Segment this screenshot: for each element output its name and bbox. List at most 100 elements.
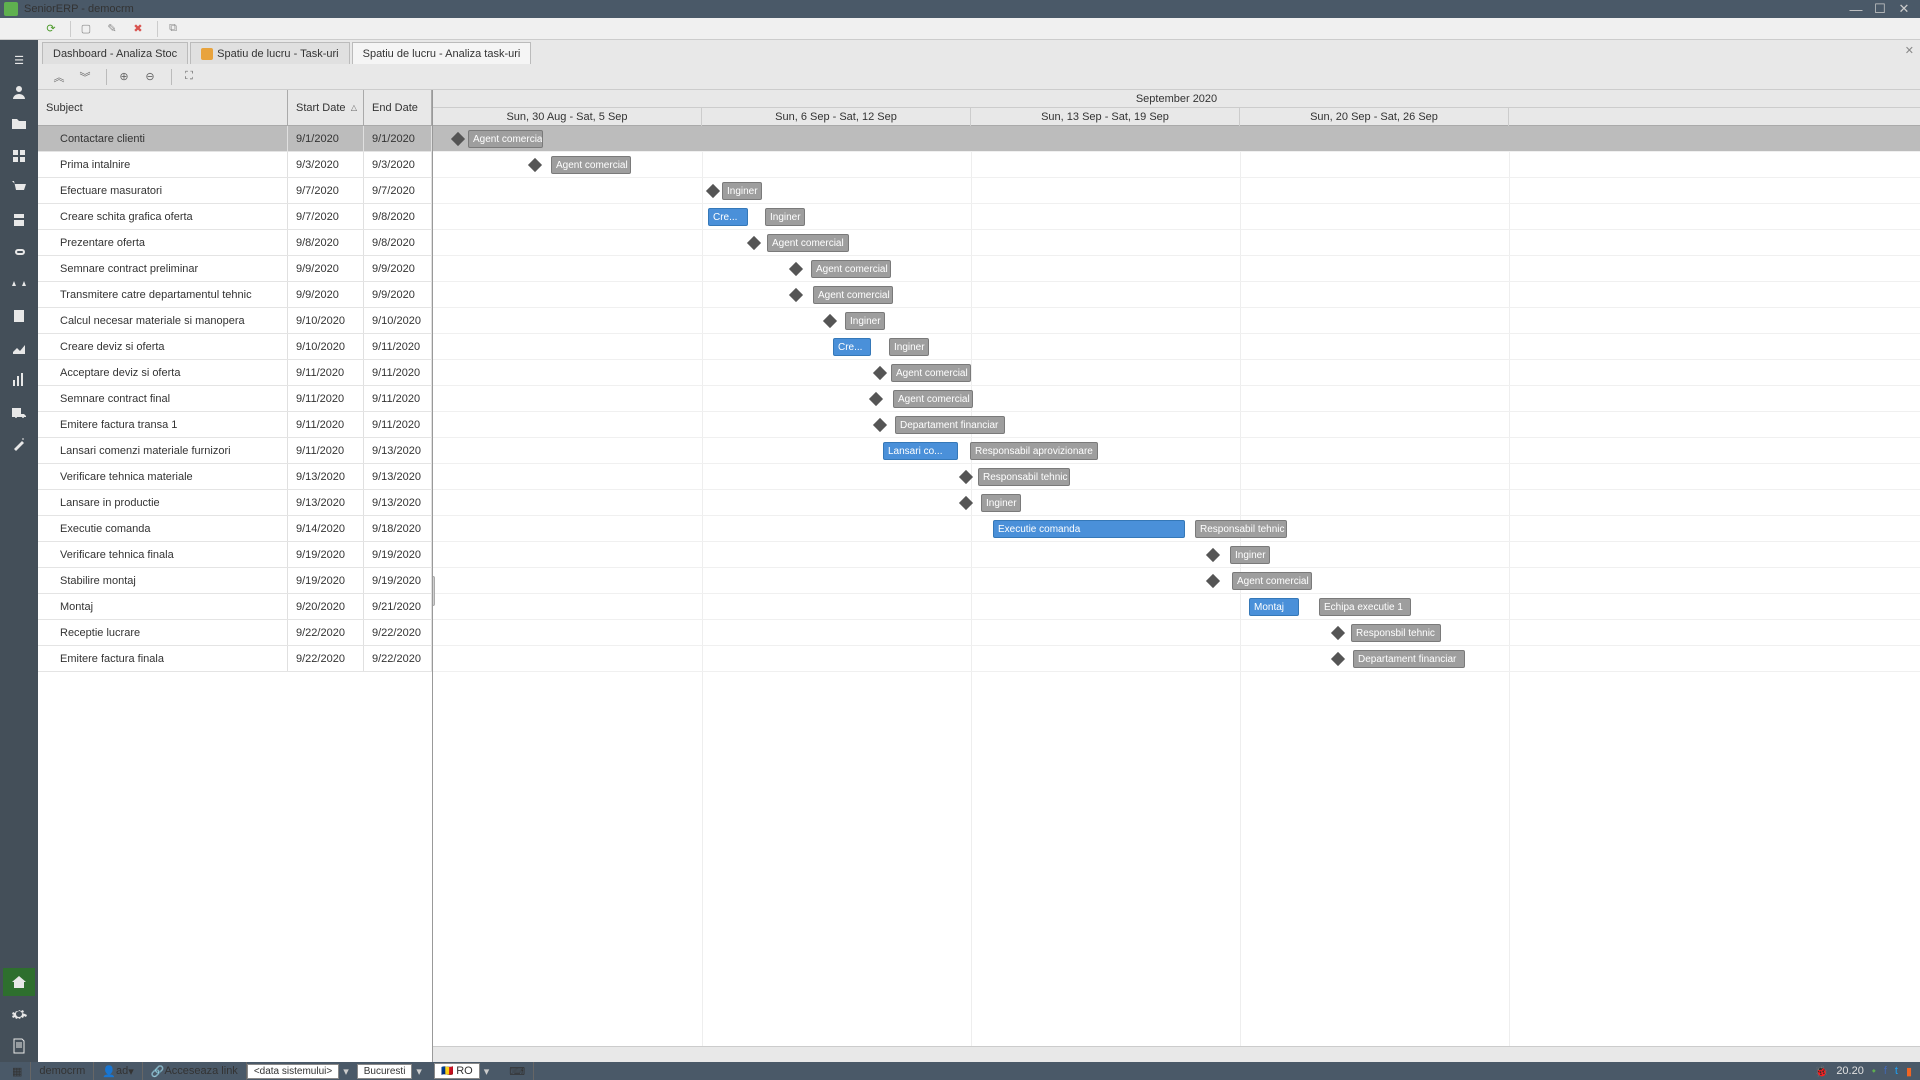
status-date[interactable]: <data sistemului> (247, 1064, 339, 1079)
resource-label[interactable]: Agent comercial (468, 130, 543, 148)
resource-label[interactable]: Inginer (981, 494, 1021, 512)
tab-2[interactable]: Spatiu de lucru - Analiza task-uri (352, 42, 532, 64)
table-row[interactable]: Contactare clienti9/1/20209/1/2020 (38, 126, 432, 152)
milestone-diamond[interactable] (869, 392, 883, 406)
tab-1[interactable]: Spatiu de lucru - Task-uri (190, 42, 349, 64)
status-bug-icon[interactable]: 🐞 (1811, 1065, 1833, 1078)
status-grid-icon[interactable]: ▦ (4, 1062, 31, 1080)
table-row[interactable]: Calcul necesar materiale si manopera9/10… (38, 308, 432, 334)
facebook-icon[interactable]: f (1880, 1065, 1891, 1077)
expand-down-icon[interactable]: ︾ (74, 67, 96, 87)
zoom-in-icon[interactable]: ⊕ (113, 67, 135, 87)
milestone-diamond[interactable] (1331, 626, 1345, 640)
table-row[interactable]: Verificare tehnica finala9/19/20209/19/2… (38, 542, 432, 568)
table-row[interactable]: Creare deviz si oferta9/10/20209/11/2020 (38, 334, 432, 360)
status-user[interactable]: 👤 ad ▾ (94, 1062, 142, 1080)
table-row[interactable]: Semnare contract preliminar9/9/20209/9/2… (38, 256, 432, 282)
task-bar[interactable]: Cre... (833, 338, 871, 356)
scale-icon[interactable] (3, 270, 35, 298)
bars-icon[interactable] (3, 366, 35, 394)
resource-label[interactable]: Echipa executie 1 (1319, 598, 1411, 616)
resource-label[interactable]: Inginer (765, 208, 805, 226)
task-bar[interactable]: Montaj (1249, 598, 1299, 616)
table-row[interactable]: Emitere factura finala9/22/20209/22/2020 (38, 646, 432, 672)
milestone-diamond[interactable] (959, 470, 973, 484)
export-icon[interactable] (3, 206, 35, 234)
table-row[interactable]: Prezentare oferta9/8/20209/8/2020 (38, 230, 432, 256)
col-subject[interactable]: Subject (38, 90, 288, 125)
milestone-diamond[interactable] (873, 366, 887, 380)
status-link[interactable]: 🔗 Acceseaza link (143, 1062, 247, 1080)
truck-icon[interactable] (3, 398, 35, 426)
milestone-diamond[interactable] (789, 288, 803, 302)
resource-label[interactable]: Departament financiar (1353, 650, 1465, 668)
share-icon[interactable]: ⬩ (1868, 1065, 1880, 1078)
milestone-diamond[interactable] (747, 236, 761, 250)
resource-label[interactable]: Responsabil tehnic (1195, 520, 1287, 538)
module-icon[interactable] (3, 142, 35, 170)
table-row[interactable]: Creare schita grafica oferta9/7/20209/8/… (38, 204, 432, 230)
table-row[interactable]: Semnare contract final9/11/20209/11/2020 (38, 386, 432, 412)
home-icon[interactable] (3, 968, 35, 996)
table-row[interactable]: Acceptare deviz si oferta9/11/20209/11/2… (38, 360, 432, 386)
table-row[interactable]: Efectuare masuratori9/7/20209/7/2020 (38, 178, 432, 204)
milestone-diamond[interactable] (789, 262, 803, 276)
milestone-diamond[interactable] (823, 314, 837, 328)
milestone-diamond[interactable] (1206, 548, 1220, 562)
milestone-diamond[interactable] (1206, 574, 1220, 588)
folder-icon[interactable] (3, 110, 35, 138)
table-row[interactable]: Verificare tehnica materiale9/13/20209/1… (38, 464, 432, 490)
col-end-date[interactable]: End Date (364, 90, 432, 125)
chart-icon[interactable] (3, 334, 35, 362)
zoom-out-icon[interactable]: ⊖ (139, 67, 161, 87)
status-db[interactable]: democrm (31, 1062, 94, 1080)
cart-icon[interactable] (3, 174, 35, 202)
minimize-button[interactable]: — (1844, 2, 1868, 17)
resource-label[interactable]: Inginer (889, 338, 929, 356)
menu-icon[interactable]: ☰ (3, 46, 35, 74)
task-bar[interactable]: Executie comanda (993, 520, 1185, 538)
resource-label[interactable]: Inginer (722, 182, 762, 200)
link-icon[interactable]: ⧉ (162, 20, 184, 38)
table-row[interactable]: Stabilire montaj9/19/20209/19/2020 (38, 568, 432, 594)
wand-icon[interactable] (3, 430, 35, 458)
resource-label[interactable]: Responsbil tehnic (1351, 624, 1441, 642)
table-row[interactable]: Transmitere catre departamentul tehnic9/… (38, 282, 432, 308)
status-location[interactable]: Bucuresti (357, 1064, 413, 1079)
table-row[interactable]: Emitere factura transa 19/11/20209/11/20… (38, 412, 432, 438)
h-scrollbar[interactable] (433, 1046, 1920, 1062)
milestone-diamond[interactable] (451, 132, 465, 146)
resource-label[interactable]: Agent comercial (813, 286, 893, 304)
resource-label[interactable]: Inginer (1230, 546, 1270, 564)
status-lang[interactable]: 🇷🇴 RO (434, 1063, 480, 1079)
report-icon[interactable] (3, 1032, 35, 1060)
tab-close-icon[interactable]: ✕ (1905, 44, 1914, 57)
splitter-handle[interactable] (433, 576, 435, 606)
table-row[interactable]: Executie comanda9/14/20209/18/2020 (38, 516, 432, 542)
milestone-diamond[interactable] (873, 418, 887, 432)
table-row[interactable]: Receptie lucrare9/22/20209/22/2020 (38, 620, 432, 646)
collapse-up-icon[interactable]: ︽ (48, 67, 70, 87)
resource-label[interactable]: Responsabil aprovizionare (970, 442, 1098, 460)
task-bar[interactable]: Lansari co... (883, 442, 958, 460)
fullscreen-icon[interactable]: ⛶ (178, 67, 200, 87)
task-bar[interactable]: Cre... (708, 208, 748, 226)
resource-label[interactable]: Agent comercial (891, 364, 971, 382)
col-start-date[interactable]: Start Date△ (288, 90, 364, 125)
resource-label[interactable]: Agent comercial (551, 156, 631, 174)
milestone-diamond[interactable] (528, 158, 542, 172)
resource-label[interactable]: Departament financiar (895, 416, 1005, 434)
delete-icon[interactable]: ✖ (127, 20, 149, 38)
rss-icon[interactable]: ▮ (1902, 1065, 1916, 1078)
building-icon[interactable] (3, 302, 35, 330)
save-icon[interactable]: ▢ (75, 20, 97, 38)
refresh-icon[interactable]: ⟳ (40, 20, 62, 38)
table-row[interactable]: Montaj9/20/20209/21/2020 (38, 594, 432, 620)
table-row[interactable]: Lansare in productie9/13/20209/13/2020 (38, 490, 432, 516)
maximize-button[interactable]: ☐ (1868, 1, 1892, 17)
milestone-diamond[interactable] (706, 184, 720, 198)
table-row[interactable]: Lansari comenzi materiale furnizori9/11/… (38, 438, 432, 464)
resource-label[interactable]: Agent comercial (767, 234, 849, 252)
resource-label[interactable]: Responsabil tehnic (978, 468, 1070, 486)
milestone-diamond[interactable] (1331, 652, 1345, 666)
